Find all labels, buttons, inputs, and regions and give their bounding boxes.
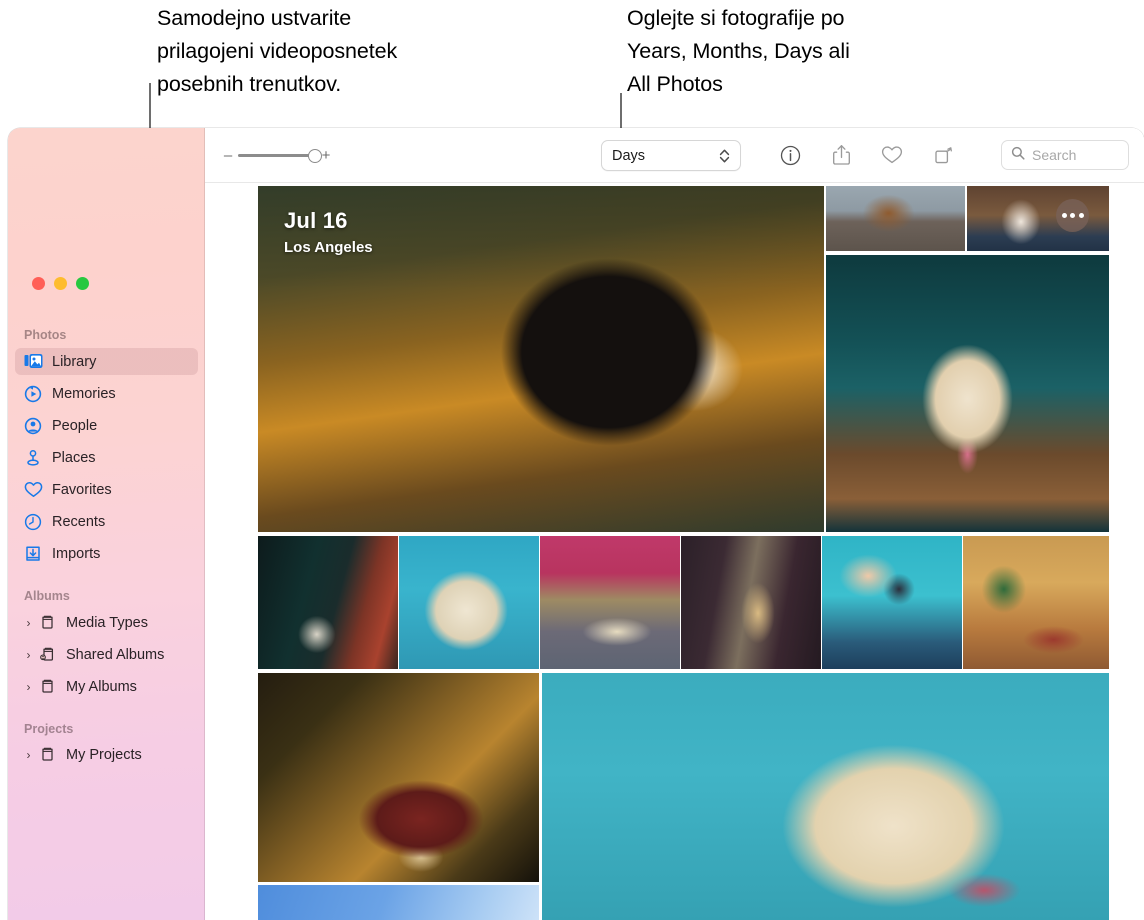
photo-tile-m3[interactable] (540, 536, 680, 669)
sidebar-item-imports[interactable]: Imports (15, 540, 198, 567)
zoom-slider[interactable]: – + (222, 147, 332, 164)
shared-album-icon (37, 645, 57, 665)
close-button[interactable] (32, 277, 45, 290)
sidebar-item-my-projects[interactable]: › My Projects (15, 741, 198, 768)
sidebar-item-label: People (52, 418, 97, 434)
chevron-right-icon[interactable]: › (20, 616, 37, 630)
people-icon (23, 416, 43, 436)
rotate-icon[interactable] (928, 141, 958, 169)
places-icon (23, 448, 43, 468)
search-input[interactable]: Search (1032, 147, 1076, 163)
info-icon[interactable] (775, 141, 805, 169)
photo-tile-m1[interactable] (258, 536, 398, 669)
zoom-button[interactable] (76, 277, 89, 290)
zoom-out-icon[interactable]: – (222, 147, 234, 164)
more-dot (1079, 213, 1084, 218)
sidebar: Photos Library (8, 128, 205, 920)
photo-tile-m4[interactable] (681, 536, 821, 669)
library-icon (23, 352, 43, 372)
toolbar-buttons (775, 141, 958, 169)
sidebar-item-my-albums[interactable]: › My Albums (15, 673, 198, 700)
sidebar-section-projects-title: Projects (8, 722, 73, 741)
sidebar-item-label: My Projects (66, 747, 142, 763)
photo-tile-r1[interactable] (826, 186, 965, 251)
sidebar-item-label: Memories (52, 386, 116, 402)
photo-tile-r2[interactable] (967, 186, 1109, 251)
chevron-right-icon[interactable]: › (20, 648, 37, 662)
chevron-up-down-icon (719, 147, 730, 165)
content-area: – + Days (205, 128, 1144, 920)
view-mode-label: Days (612, 148, 645, 164)
clock-icon (23, 512, 43, 532)
photo-tile-m6[interactable] (963, 536, 1109, 669)
photo-tile-b3[interactable] (542, 673, 1109, 920)
heart-icon (23, 480, 43, 500)
photo-grid: Jul 16 Los Angeles (205, 183, 1144, 920)
zoom-slider-knob[interactable] (308, 149, 322, 163)
photo-tile-m2[interactable] (399, 536, 539, 669)
sidebar-item-people[interactable]: People (15, 412, 198, 439)
sidebar-projects-list: › My Projects (15, 741, 198, 773)
day-place: Los Angeles (284, 239, 373, 256)
zoom-slider-track[interactable] (238, 154, 316, 157)
heart-icon[interactable] (877, 141, 907, 169)
import-icon (23, 544, 43, 564)
sidebar-item-label: Favorites (52, 482, 112, 498)
more-options-button[interactable] (1056, 199, 1089, 232)
sidebar-section-albums-title: Albums (8, 589, 70, 608)
search-icon (1011, 146, 1025, 165)
sidebar-albums-list: › Media Types › (15, 609, 198, 705)
view-mode-popup-button[interactable]: Days (601, 140, 741, 171)
sidebar-item-label: Imports (52, 546, 100, 562)
sidebar-item-label: Library (52, 354, 96, 370)
minimize-button[interactable] (54, 277, 67, 290)
memories-icon (23, 384, 43, 404)
sidebar-item-media-types[interactable]: › Media Types (15, 609, 198, 636)
chevron-right-icon[interactable]: › (20, 748, 37, 762)
sidebar-item-label: Shared Albums (66, 647, 164, 663)
day-title: Jul 16 (284, 208, 373, 234)
photo-tile-b2[interactable] (258, 885, 539, 920)
sidebar-item-shared-albums[interactable]: › Shared Albums (15, 641, 198, 668)
more-dot (1070, 213, 1075, 218)
photo-tile-hero[interactable]: Jul 16 Los Angeles (258, 186, 824, 532)
more-dot (1062, 213, 1067, 218)
sidebar-item-recents[interactable]: Recents (15, 508, 198, 535)
sidebar-item-favorites[interactable]: Favorites (15, 476, 198, 503)
album-icon (37, 677, 57, 697)
chevron-right-icon[interactable]: › (20, 680, 37, 694)
photo-tile-m5[interactable] (822, 536, 962, 669)
sidebar-item-label: Recents (52, 514, 105, 530)
toolbar: – + Days (205, 128, 1144, 183)
sidebar-item-label: My Albums (66, 679, 137, 695)
day-header: Jul 16 Los Angeles (284, 208, 373, 256)
sidebar-item-label: Places (52, 450, 96, 466)
sidebar-photos-list: Library Memories (15, 348, 198, 572)
sidebar-item-label: Media Types (66, 615, 148, 631)
photo-tile-r3[interactable] (826, 255, 1109, 532)
photo-tile-b1[interactable] (258, 673, 539, 882)
search-field[interactable]: Search (1001, 140, 1129, 170)
callout-left-text: Samodejno ustvarite prilagojeni videopos… (157, 2, 517, 101)
album-icon (37, 613, 57, 633)
sidebar-item-library[interactable]: Library (15, 348, 198, 375)
sidebar-item-places[interactable]: Places (15, 444, 198, 471)
album-icon (37, 745, 57, 765)
photos-app-window: Photos Library (8, 128, 1144, 920)
sidebar-item-memories[interactable]: Memories (15, 380, 198, 407)
share-icon[interactable] (826, 141, 856, 169)
sidebar-section-photos-title: Photos (8, 328, 66, 347)
callout-right-text: Oglejte si fotografije po Years, Months,… (627, 2, 987, 101)
